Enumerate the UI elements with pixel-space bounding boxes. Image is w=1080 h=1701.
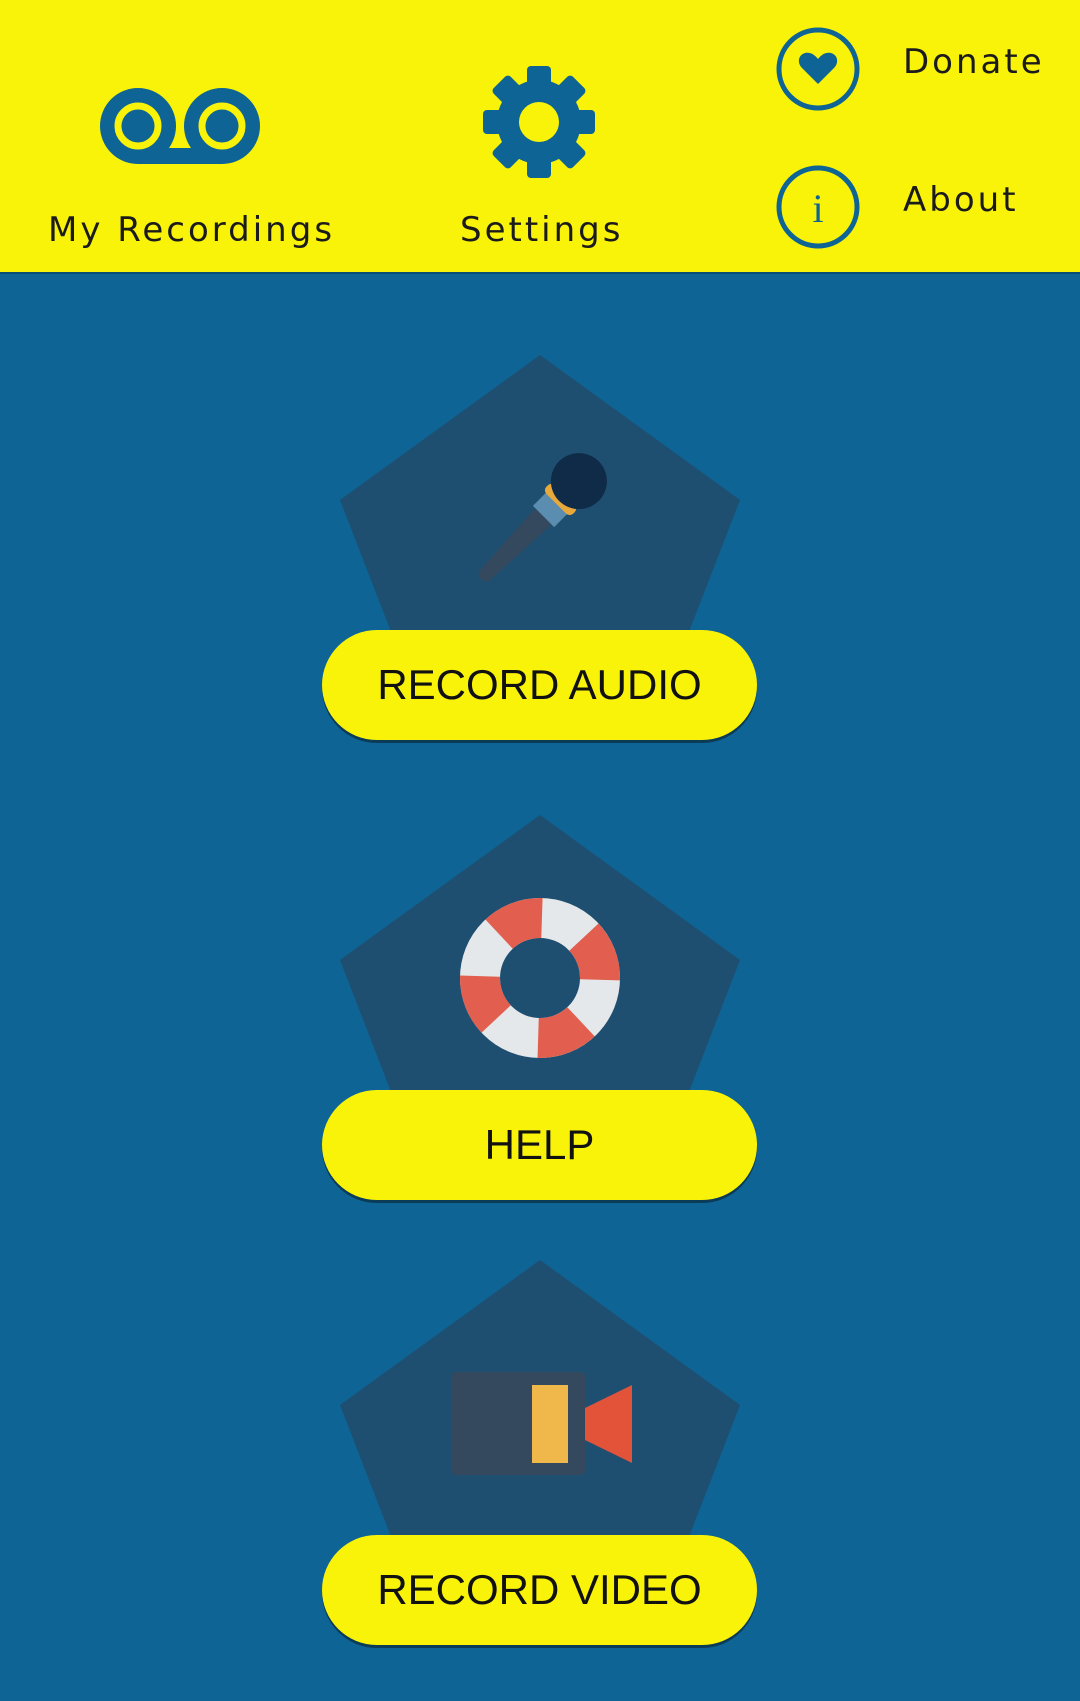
my-recordings-label: My Recordings (48, 210, 336, 250)
microphone-icon (455, 435, 625, 605)
settings-button[interactable]: Settings (440, 60, 640, 260)
settings-label: Settings (460, 210, 624, 250)
about-label: About (903, 180, 1019, 220)
donate-button[interactable]: Donate (775, 26, 1055, 112)
record-video-button[interactable]: RECORD VIDEO (322, 1535, 757, 1645)
gear-icon (483, 66, 595, 178)
svg-text:i: i (812, 186, 823, 231)
lifebuoy-icon (460, 898, 620, 1058)
video-camera-icon (450, 1370, 635, 1480)
my-recordings-button[interactable]: My Recordings (30, 60, 350, 260)
help-button[interactable]: HELP (322, 1090, 757, 1200)
about-button[interactable]: i About (775, 164, 1055, 250)
record-audio-button[interactable]: RECORD AUDIO (322, 630, 757, 740)
voicemail-icon (100, 88, 260, 164)
heart-icon (775, 26, 861, 112)
info-icon: i (775, 164, 861, 250)
donate-label: Donate (903, 42, 1045, 82)
top-navigation-bar: My Recordings Settings Donate i About (0, 0, 1080, 274)
